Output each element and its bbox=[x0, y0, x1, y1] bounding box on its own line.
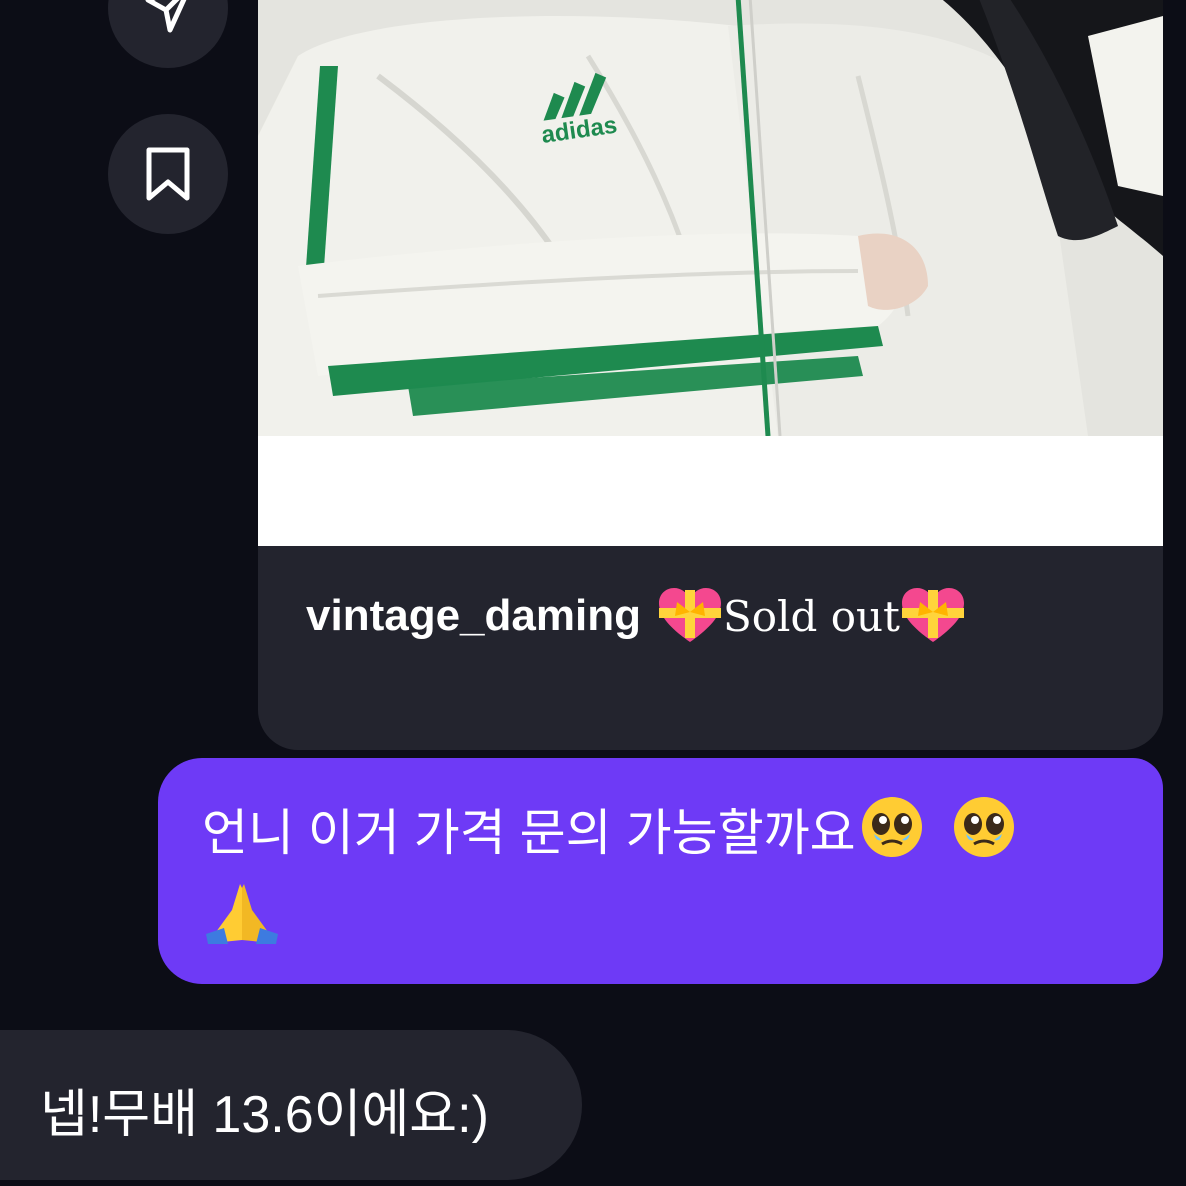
post-username[interactable]: vintage_daming bbox=[306, 591, 641, 641]
heart-with-ribbon-icon bbox=[900, 586, 966, 646]
received-message-bubble[interactable]: 넵!무배 13.6이에요:) bbox=[0, 1030, 582, 1180]
chat-screen: adidas vintage_daming Sold out 언니 이거 가격 … bbox=[0, 0, 1186, 1186]
pleading-face-icon bbox=[948, 794, 1020, 880]
paper-plane-icon bbox=[140, 0, 196, 36]
sent-message-text: 언니 이거 가격 문의 가능할까요 bbox=[202, 805, 856, 862]
heart-with-ribbon-icon bbox=[657, 586, 723, 646]
post-caption: vintage_daming Sold out bbox=[306, 586, 966, 646]
save-button[interactable] bbox=[108, 114, 228, 234]
received-message-text: 넵!무배 13.6이에요:) bbox=[40, 1086, 489, 1144]
sent-message-text-wrap: 언니 이거 가격 문의 가능할까요 bbox=[202, 794, 1123, 966]
post-image-footer bbox=[258, 436, 1163, 546]
post-caption-text: Sold out bbox=[722, 591, 900, 641]
post-image[interactable]: adidas bbox=[258, 0, 1163, 436]
bookmark-icon bbox=[143, 146, 193, 202]
sent-message-bubble[interactable]: 언니 이거 가격 문의 가능할까요 bbox=[158, 758, 1163, 984]
shared-post-card[interactable]: adidas vintage_daming Sold out bbox=[258, 0, 1163, 750]
adidas-jacket-photo: adidas bbox=[258, 0, 1163, 436]
folded-hands-icon bbox=[202, 880, 282, 966]
pleading-face-icon bbox=[856, 794, 928, 880]
share-button[interactable] bbox=[108, 0, 228, 68]
